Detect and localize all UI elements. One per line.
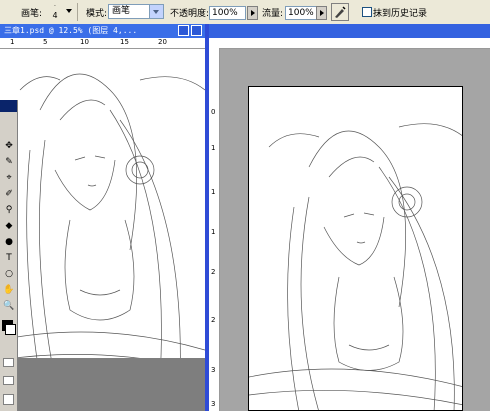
ruler-tick-label: 15 xyxy=(120,38,129,46)
mode-label: 模式: xyxy=(86,9,108,19)
ruler-tick-label: 20 xyxy=(158,38,167,46)
brush-preset-picker[interactable]: · 4 xyxy=(47,2,63,22)
background-color-swatch[interactable] xyxy=(5,324,16,335)
quick-mask-button[interactable] xyxy=(3,358,14,367)
left-document-titlebar[interactable]: 三章1.psd @ 12.5% (图层 4,... xyxy=(0,24,205,38)
zoom-tool-icon[interactable]: 🔍 xyxy=(3,300,15,312)
ruler-tick-label: 2 xyxy=(211,316,216,324)
right-horizontal-ruler xyxy=(209,38,490,49)
ruler-tick-label: 1 xyxy=(211,144,216,152)
ruler-tick-label: 3 xyxy=(211,366,216,374)
ruler-tick-label: 1 xyxy=(211,228,216,236)
erase-history-label: 抹到历史记录 xyxy=(373,9,428,19)
stamp-tool-icon[interactable]: ⌖ xyxy=(3,172,15,184)
left-canvas-lineart[interactable] xyxy=(0,50,205,380)
chevron-down-icon xyxy=(149,5,163,18)
mode-select[interactable]: 画笔 xyxy=(108,4,164,19)
brush-tool-icon[interactable]: ✎ xyxy=(3,156,15,168)
screen-mode-button[interactable] xyxy=(3,376,14,385)
left-horizontal-ruler: 1 5 10 15 20 xyxy=(0,38,205,49)
ruler-tick-label: 1 xyxy=(211,188,216,196)
opacity-label: 不透明度: xyxy=(170,9,210,19)
opacity-slider-button[interactable] xyxy=(247,6,258,20)
ruler-tick-label: 3 xyxy=(211,400,216,408)
tools-palette-titlebar[interactable] xyxy=(0,100,17,112)
move-tool-icon[interactable]: ✥ xyxy=(3,140,15,152)
type-tool-icon[interactable]: T xyxy=(3,252,15,264)
flow-slider-button[interactable] xyxy=(316,6,327,20)
ruler-tick-label: 10 xyxy=(80,38,89,46)
airbrush-icon xyxy=(335,6,346,18)
fill-tool-icon[interactable]: ◆ xyxy=(3,220,15,232)
right-document-titlebar[interactable] xyxy=(209,24,490,38)
mode-value: 画笔 xyxy=(112,6,131,16)
right-vertical-ruler: 0 1 1 1 2 2 3 3 xyxy=(209,48,220,411)
opacity-input[interactable]: 100% xyxy=(209,6,246,20)
eraser-tool-icon[interactable]: ⚲ xyxy=(3,204,15,216)
minimize-button[interactable] xyxy=(178,25,189,36)
options-bar: 画笔: · 4 模式: 画笔 不透明度: 100% 流量: 100% 抹到历史记… xyxy=(0,0,490,25)
history-brush-tool-icon[interactable]: ✐ xyxy=(3,188,15,200)
left-document-window: 三章1.psd @ 12.5% (图层 4,... 1 5 10 15 20 xyxy=(0,24,205,411)
brush-dropdown-arrow-icon[interactable] xyxy=(66,9,72,13)
dodge-tool-icon[interactable]: ● xyxy=(3,236,15,248)
left-document-title: 三章1.psd @ 12.5% (图层 4,... xyxy=(4,26,138,35)
ruler-tick-label: 0 xyxy=(211,108,216,116)
tools-palette: ✥ ✎ ⌖ ✐ ⚲ ◆ ● T ○ ✋ 🔍 xyxy=(0,100,18,411)
erase-history-checkbox[interactable] xyxy=(362,7,372,17)
maximize-button[interactable] xyxy=(191,25,202,36)
brush-size-value: 4 xyxy=(52,11,58,20)
flow-label: 流量: xyxy=(262,9,284,19)
ruler-tick-label: 1 xyxy=(10,38,15,46)
shape-tool-icon[interactable]: ○ xyxy=(3,268,15,280)
separator xyxy=(77,3,78,21)
ruler-tick-label: 5 xyxy=(43,38,48,46)
left-document-gray-area xyxy=(0,358,205,411)
brush-label: 画笔: xyxy=(21,9,43,19)
airbrush-toggle[interactable] xyxy=(331,3,349,21)
ruler-tick-label: 2 xyxy=(211,268,216,276)
jump-to-imageready-button[interactable] xyxy=(3,394,14,405)
hand-tool-icon[interactable]: ✋ xyxy=(3,284,15,296)
right-canvas-lineart[interactable] xyxy=(248,86,463,411)
